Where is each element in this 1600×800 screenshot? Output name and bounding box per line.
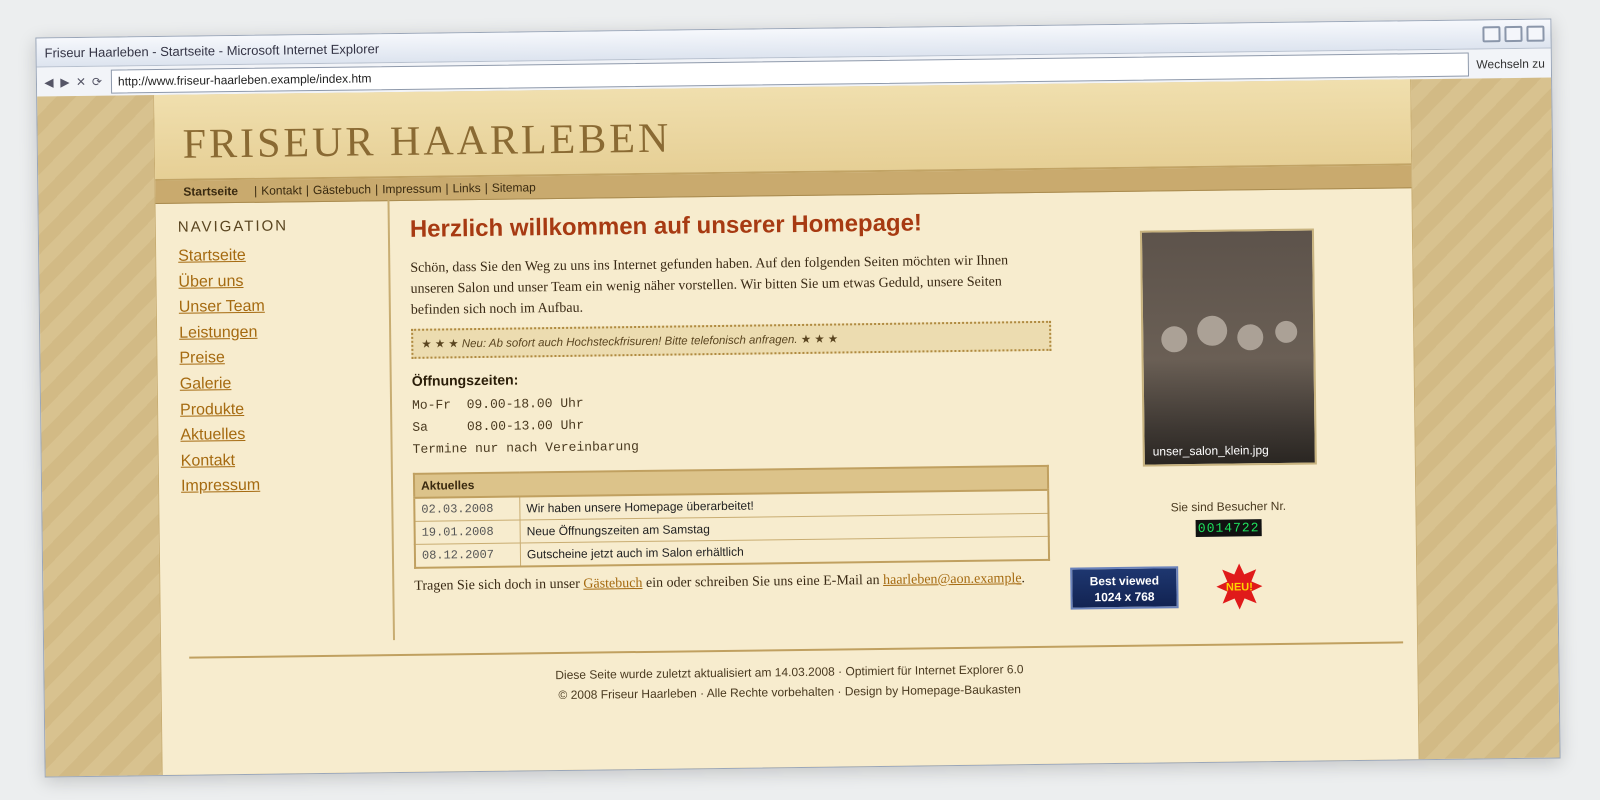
topnav-impressum[interactable]: Impressum [382,181,442,196]
site-logo: FRISEUR HAARLEBEN [182,115,672,168]
page-container: FRISEUR HAARLEBEN Startseite | Kontakt |… [153,79,1420,776]
sidebar-item-leistungen[interactable]: Leistungen [179,318,389,346]
photo-highlight [1237,324,1264,351]
window-title: Friseur Haarleben - Startseite - Microso… [44,40,380,60]
sidebar-item-preise[interactable]: Preise [179,344,389,372]
counter-value: 0014722 [1195,519,1262,538]
topnav-gaestebuch[interactable]: Gästebuch [313,182,371,197]
photo-highlight [1197,315,1228,346]
opening-hours-title: Öffnungszeiten: [411,371,519,389]
news-table: Aktuelles 02.03.2008 Wir haben unsere Ho… [412,464,1051,569]
sidebar-item-produkte[interactable]: Produkte [180,395,390,423]
back-icon[interactable]: ◀ [43,75,55,89]
go-button[interactable]: Wechseln zu [1476,57,1545,72]
sidebar-item-ueber-uns[interactable]: Über uns [178,267,388,295]
bestview-line2: 1024 x 768 [1094,589,1155,605]
refresh-icon[interactable]: ⟳ [91,75,103,89]
email-link[interactable]: haarleben@aon.example [883,571,1022,588]
footer: Diese Seite wurde zuletzt aktualisiert a… [161,654,1417,710]
topnav-sitemap[interactable]: Sitemap [492,180,536,195]
photo-caption: unser_salon_klein.jpg [1152,443,1269,459]
news-date: 02.03.2008 [414,496,521,522]
minimize-button[interactable] [1482,26,1501,43]
opening-hours: Mo-Fr 09.00-18.00 Uhr Sa 08.00-13.00 Uhr T… [412,387,1053,461]
visitor-label: Sie sind Besucher Nr. [1170,498,1287,515]
neu-label: NEU! [1226,581,1253,593]
best-viewed-badge: Best viewed 1024 x 768 [1070,566,1179,610]
sidebar-item-galerie[interactable]: Galerie [180,369,390,397]
maximize-button[interactable] [1504,25,1523,43]
news-date: 19.01.2008 [414,520,521,545]
site-header: FRISEUR HAARLEBEN [154,79,1412,182]
photo-highlight [1161,326,1188,353]
visitor-counter: Sie sind Besucher Nr. 0014722 [1143,499,1313,538]
topnav-kontakt[interactable]: Kontakt [261,183,302,198]
forward-icon[interactable]: ▶ [59,75,71,89]
intro-text: Schön, dass Sie den Weg zu uns ins Inter… [410,253,1009,318]
sidebar-item-aktuelles[interactable]: Aktuelles [180,420,390,448]
photo-highlight [1275,320,1298,343]
content-area: NAVIGATION Startseite Über uns Unser Tea… [155,187,1416,644]
guestbook-link[interactable]: Gästebuch [583,576,642,592]
page-title: Herzlich willkommen auf unserer Homepage… [409,209,923,243]
neu-starburst-icon: NEU! [1216,563,1263,610]
page-viewport: FRISEUR HAARLEBEN Startseite | Kontakt |… [37,77,1560,777]
main-content: Herzlich willkommen auf unserer Homepage… [410,208,1055,595]
stop-icon[interactable]: ✕ [75,75,87,89]
right-column: unser_salon_klein.jpg Sie sind Besucher … [1060,228,1370,610]
sidebar-item-kontakt[interactable]: Kontakt [181,446,391,474]
guestbook-sentence: Tragen Sie sich doch in unser Gästebuch … [414,571,1026,594]
sidebar: NAVIGATION Startseite Über uns Unser Tea… [155,200,396,644]
news-notice: ★ ★ ★ Neu: Ab sofort auch Hochsteckfrisu… [411,320,1052,359]
browser-window: Friseur Haarleben - Startseite - Microso… [35,18,1561,778]
sidebar-item-impressum[interactable]: Impressum [181,471,391,499]
sidebar-item-startseite[interactable]: Startseite [178,241,388,269]
bestview-line1: Best viewed [1089,573,1160,589]
news-date: 08.12.2007 [414,543,521,568]
sidebar-item-unser-team[interactable]: Unser Team [179,292,389,320]
close-button[interactable] [1526,25,1545,42]
sidebar-heading: NAVIGATION [177,217,289,236]
salon-photo: unser_salon_klein.jpg [1139,228,1317,467]
topnav-startseite[interactable]: Startseite [183,184,238,199]
topnav-links[interactable]: Links [453,181,481,195]
